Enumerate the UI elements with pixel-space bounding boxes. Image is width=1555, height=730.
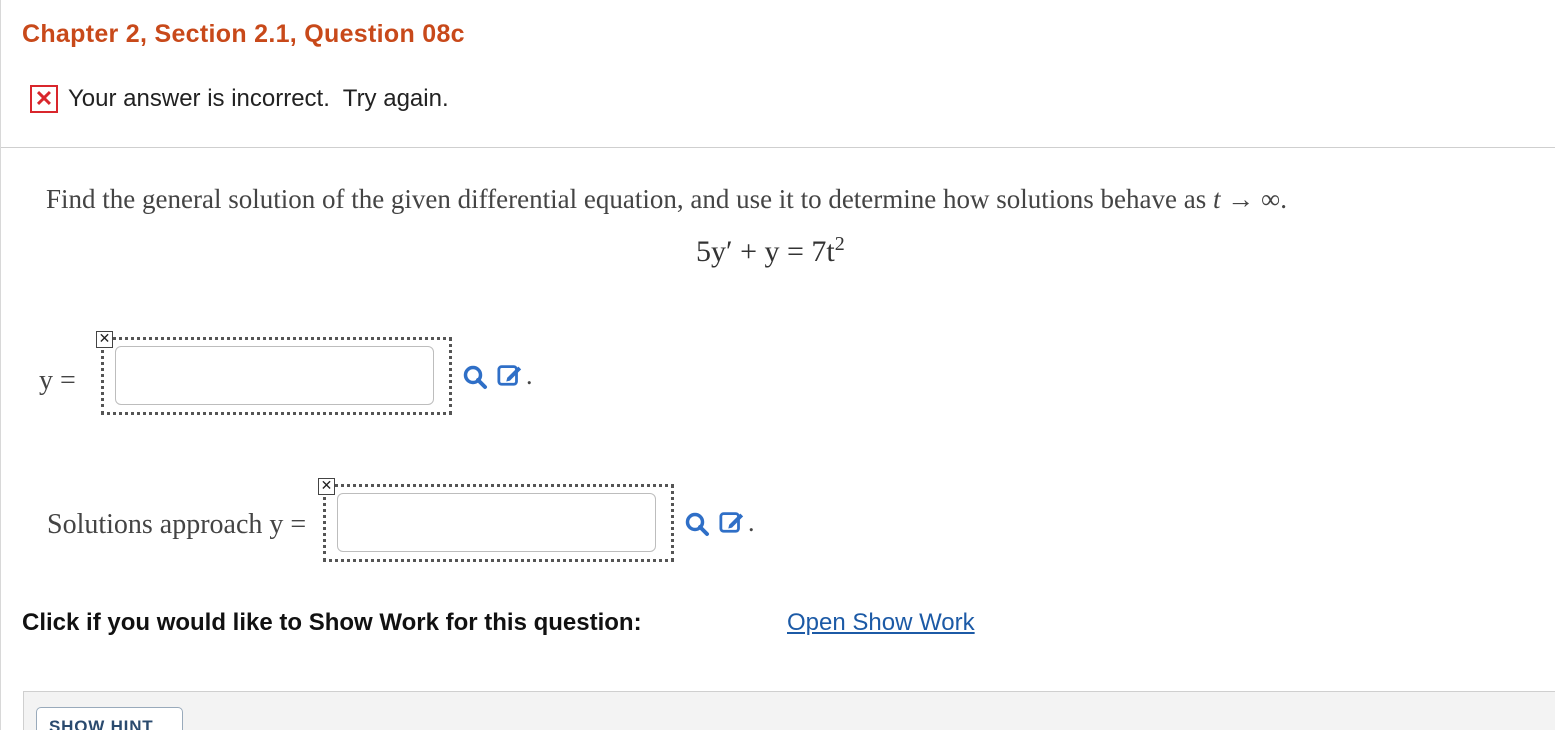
trailing-dot: . [748,508,755,537]
trailing-dot: . [526,361,533,390]
limit-variable: t [1212,184,1221,214]
show-work-label: Click if you would like to Show Work for… [22,609,642,636]
question-period: . [1280,184,1287,214]
edit-pencil-icon[interactable] [497,362,523,388]
x-mark-icon: ✕ [30,85,58,113]
limit-solution-input[interactable] [337,493,656,552]
question-prompt-text: Find the general solution of the given d… [46,184,1207,214]
show-hint-button[interactable]: SHOW HINT [36,707,183,730]
general-solution-input[interactable] [115,346,434,405]
question-page: Chapter 2, Section 2.1, Question 08c ✕ Y… [0,0,1555,730]
feedback-message: ✕ Your answer is incorrect. Try again. [30,85,449,113]
x-mark-icon: ✕ [96,331,113,348]
divider [1,147,1555,148]
equation-left: 5y′ + y = 7t [696,235,835,268]
limit-infinity: ∞ [1261,184,1281,214]
magnify-icon[interactable] [684,511,710,537]
general-solution-label: y = [39,365,76,396]
question-prompt: Find the general solution of the given d… [46,184,1287,215]
feedback-text: Your answer is incorrect. Try again. [68,85,449,112]
magnify-icon[interactable] [462,364,488,390]
limit-arrow: → [1227,184,1255,214]
limit-solution-label: Solutions approach y = [47,509,307,540]
equation-exponent: 2 [834,233,845,255]
hint-panel [23,691,1555,730]
edit-pencil-icon[interactable] [719,509,745,535]
page-title: Chapter 2, Section 2.1, Question 08c [22,20,465,48]
open-show-work-link[interactable]: Open Show Work [787,609,975,637]
differential-equation: 5y′ + y = 7t2 [696,233,845,269]
x-mark-icon: ✕ [318,478,335,495]
